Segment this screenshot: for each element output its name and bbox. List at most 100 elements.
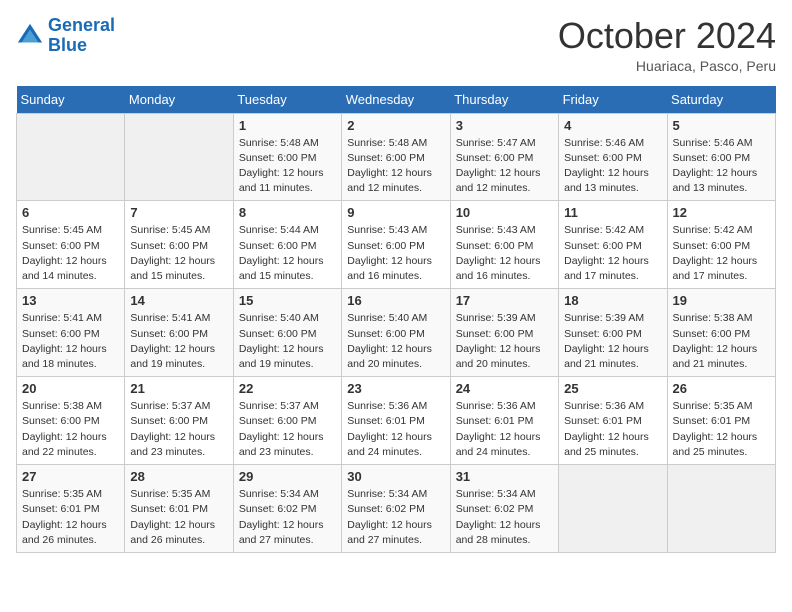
calendar-cell: 27 Sunrise: 5:35 AMSunset: 6:01 PMDaylig… bbox=[17, 465, 125, 553]
day-detail: Sunrise: 5:43 AMSunset: 6:00 PMDaylight:… bbox=[347, 223, 444, 284]
day-detail: Sunrise: 5:36 AMSunset: 6:01 PMDaylight:… bbox=[347, 399, 444, 460]
day-detail: Sunrise: 5:47 AMSunset: 6:00 PMDaylight:… bbox=[456, 136, 553, 197]
calendar-cell: 23 Sunrise: 5:36 AMSunset: 6:01 PMDaylig… bbox=[342, 377, 450, 465]
day-header-saturday: Saturday bbox=[667, 86, 775, 114]
calendar-cell: 5 Sunrise: 5:46 AMSunset: 6:00 PMDayligh… bbox=[667, 113, 775, 201]
day-number: 31 bbox=[456, 469, 553, 484]
calendar-cell: 7 Sunrise: 5:45 AMSunset: 6:00 PMDayligh… bbox=[125, 201, 233, 289]
day-detail: Sunrise: 5:35 AMSunset: 6:01 PMDaylight:… bbox=[22, 487, 119, 548]
calendar-cell: 14 Sunrise: 5:41 AMSunset: 6:00 PMDaylig… bbox=[125, 289, 233, 377]
calendar-week-1: 1 Sunrise: 5:48 AMSunset: 6:00 PMDayligh… bbox=[17, 113, 776, 201]
calendar-cell: 6 Sunrise: 5:45 AMSunset: 6:00 PMDayligh… bbox=[17, 201, 125, 289]
day-number: 18 bbox=[564, 293, 661, 308]
day-detail: Sunrise: 5:36 AMSunset: 6:01 PMDaylight:… bbox=[456, 399, 553, 460]
day-number: 21 bbox=[130, 381, 227, 396]
day-number: 3 bbox=[456, 118, 553, 133]
day-detail: Sunrise: 5:42 AMSunset: 6:00 PMDaylight:… bbox=[673, 223, 770, 284]
day-detail: Sunrise: 5:48 AMSunset: 6:00 PMDaylight:… bbox=[347, 136, 444, 197]
calendar-cell: 17 Sunrise: 5:39 AMSunset: 6:00 PMDaylig… bbox=[450, 289, 558, 377]
day-number: 9 bbox=[347, 205, 444, 220]
day-detail: Sunrise: 5:41 AMSunset: 6:00 PMDaylight:… bbox=[130, 311, 227, 372]
day-detail: Sunrise: 5:36 AMSunset: 6:01 PMDaylight:… bbox=[564, 399, 661, 460]
calendar-cell: 2 Sunrise: 5:48 AMSunset: 6:00 PMDayligh… bbox=[342, 113, 450, 201]
calendar-cell: 22 Sunrise: 5:37 AMSunset: 6:00 PMDaylig… bbox=[233, 377, 341, 465]
day-number: 5 bbox=[673, 118, 770, 133]
day-number: 15 bbox=[239, 293, 336, 308]
calendar-cell: 30 Sunrise: 5:34 AMSunset: 6:02 PMDaylig… bbox=[342, 465, 450, 553]
calendar-week-3: 13 Sunrise: 5:41 AMSunset: 6:00 PMDaylig… bbox=[17, 289, 776, 377]
month-title: October 2024 bbox=[558, 16, 776, 56]
day-header-thursday: Thursday bbox=[450, 86, 558, 114]
day-detail: Sunrise: 5:37 AMSunset: 6:00 PMDaylight:… bbox=[130, 399, 227, 460]
calendar-cell: 29 Sunrise: 5:34 AMSunset: 6:02 PMDaylig… bbox=[233, 465, 341, 553]
day-number: 29 bbox=[239, 469, 336, 484]
day-number: 7 bbox=[130, 205, 227, 220]
calendar-cell: 18 Sunrise: 5:39 AMSunset: 6:00 PMDaylig… bbox=[559, 289, 667, 377]
calendar-cell bbox=[125, 113, 233, 201]
calendar-cell: 10 Sunrise: 5:43 AMSunset: 6:00 PMDaylig… bbox=[450, 201, 558, 289]
calendar-cell bbox=[667, 465, 775, 553]
day-detail: Sunrise: 5:44 AMSunset: 6:00 PMDaylight:… bbox=[239, 223, 336, 284]
day-header-friday: Friday bbox=[559, 86, 667, 114]
calendar-cell: 24 Sunrise: 5:36 AMSunset: 6:01 PMDaylig… bbox=[450, 377, 558, 465]
calendar-cell: 15 Sunrise: 5:40 AMSunset: 6:00 PMDaylig… bbox=[233, 289, 341, 377]
day-detail: Sunrise: 5:43 AMSunset: 6:00 PMDaylight:… bbox=[456, 223, 553, 284]
day-number: 11 bbox=[564, 205, 661, 220]
day-detail: Sunrise: 5:39 AMSunset: 6:00 PMDaylight:… bbox=[456, 311, 553, 372]
day-number: 28 bbox=[130, 469, 227, 484]
calendar-cell: 19 Sunrise: 5:38 AMSunset: 6:00 PMDaylig… bbox=[667, 289, 775, 377]
calendar-header: SundayMondayTuesdayWednesdayThursdayFrid… bbox=[17, 86, 776, 114]
calendar-table: SundayMondayTuesdayWednesdayThursdayFrid… bbox=[16, 86, 776, 553]
day-number: 23 bbox=[347, 381, 444, 396]
day-number: 8 bbox=[239, 205, 336, 220]
day-number: 26 bbox=[673, 381, 770, 396]
calendar-cell: 31 Sunrise: 5:34 AMSunset: 6:02 PMDaylig… bbox=[450, 465, 558, 553]
calendar-cell: 25 Sunrise: 5:36 AMSunset: 6:01 PMDaylig… bbox=[559, 377, 667, 465]
calendar-cell: 12 Sunrise: 5:42 AMSunset: 6:00 PMDaylig… bbox=[667, 201, 775, 289]
day-detail: Sunrise: 5:34 AMSunset: 6:02 PMDaylight:… bbox=[239, 487, 336, 548]
day-detail: Sunrise: 5:34 AMSunset: 6:02 PMDaylight:… bbox=[456, 487, 553, 548]
logo: General Blue bbox=[16, 16, 115, 56]
day-detail: Sunrise: 5:38 AMSunset: 6:00 PMDaylight:… bbox=[22, 399, 119, 460]
day-header-tuesday: Tuesday bbox=[233, 86, 341, 114]
day-detail: Sunrise: 5:45 AMSunset: 6:00 PMDaylight:… bbox=[130, 223, 227, 284]
day-header-sunday: Sunday bbox=[17, 86, 125, 114]
day-number: 6 bbox=[22, 205, 119, 220]
day-detail: Sunrise: 5:40 AMSunset: 6:00 PMDaylight:… bbox=[347, 311, 444, 372]
day-number: 25 bbox=[564, 381, 661, 396]
day-number: 20 bbox=[22, 381, 119, 396]
calendar-week-4: 20 Sunrise: 5:38 AMSunset: 6:00 PMDaylig… bbox=[17, 377, 776, 465]
calendar-cell bbox=[17, 113, 125, 201]
calendar-cell: 8 Sunrise: 5:44 AMSunset: 6:00 PMDayligh… bbox=[233, 201, 341, 289]
day-number: 14 bbox=[130, 293, 227, 308]
day-number: 19 bbox=[673, 293, 770, 308]
day-number: 10 bbox=[456, 205, 553, 220]
day-detail: Sunrise: 5:42 AMSunset: 6:00 PMDaylight:… bbox=[564, 223, 661, 284]
calendar-cell bbox=[559, 465, 667, 553]
day-number: 17 bbox=[456, 293, 553, 308]
calendar-cell: 26 Sunrise: 5:35 AMSunset: 6:01 PMDaylig… bbox=[667, 377, 775, 465]
day-number: 1 bbox=[239, 118, 336, 133]
day-detail: Sunrise: 5:34 AMSunset: 6:02 PMDaylight:… bbox=[347, 487, 444, 548]
day-detail: Sunrise: 5:39 AMSunset: 6:00 PMDaylight:… bbox=[564, 311, 661, 372]
day-number: 2 bbox=[347, 118, 444, 133]
calendar-cell: 1 Sunrise: 5:48 AMSunset: 6:00 PMDayligh… bbox=[233, 113, 341, 201]
day-number: 22 bbox=[239, 381, 336, 396]
calendar-cell: 28 Sunrise: 5:35 AMSunset: 6:01 PMDaylig… bbox=[125, 465, 233, 553]
calendar-cell: 3 Sunrise: 5:47 AMSunset: 6:00 PMDayligh… bbox=[450, 113, 558, 201]
day-detail: Sunrise: 5:48 AMSunset: 6:00 PMDaylight:… bbox=[239, 136, 336, 197]
day-detail: Sunrise: 5:45 AMSunset: 6:00 PMDaylight:… bbox=[22, 223, 119, 284]
day-header-monday: Monday bbox=[125, 86, 233, 114]
calendar-week-5: 27 Sunrise: 5:35 AMSunset: 6:01 PMDaylig… bbox=[17, 465, 776, 553]
day-number: 12 bbox=[673, 205, 770, 220]
calendar-cell: 11 Sunrise: 5:42 AMSunset: 6:00 PMDaylig… bbox=[559, 201, 667, 289]
day-detail: Sunrise: 5:37 AMSunset: 6:00 PMDaylight:… bbox=[239, 399, 336, 460]
page-header: General Blue October 2024 Huariaca, Pasc… bbox=[16, 16, 776, 74]
day-number: 4 bbox=[564, 118, 661, 133]
day-detail: Sunrise: 5:46 AMSunset: 6:00 PMDaylight:… bbox=[673, 136, 770, 197]
calendar-cell: 16 Sunrise: 5:40 AMSunset: 6:00 PMDaylig… bbox=[342, 289, 450, 377]
day-detail: Sunrise: 5:35 AMSunset: 6:01 PMDaylight:… bbox=[673, 399, 770, 460]
location-subtitle: Huariaca, Pasco, Peru bbox=[558, 58, 776, 74]
day-number: 13 bbox=[22, 293, 119, 308]
day-number: 30 bbox=[347, 469, 444, 484]
